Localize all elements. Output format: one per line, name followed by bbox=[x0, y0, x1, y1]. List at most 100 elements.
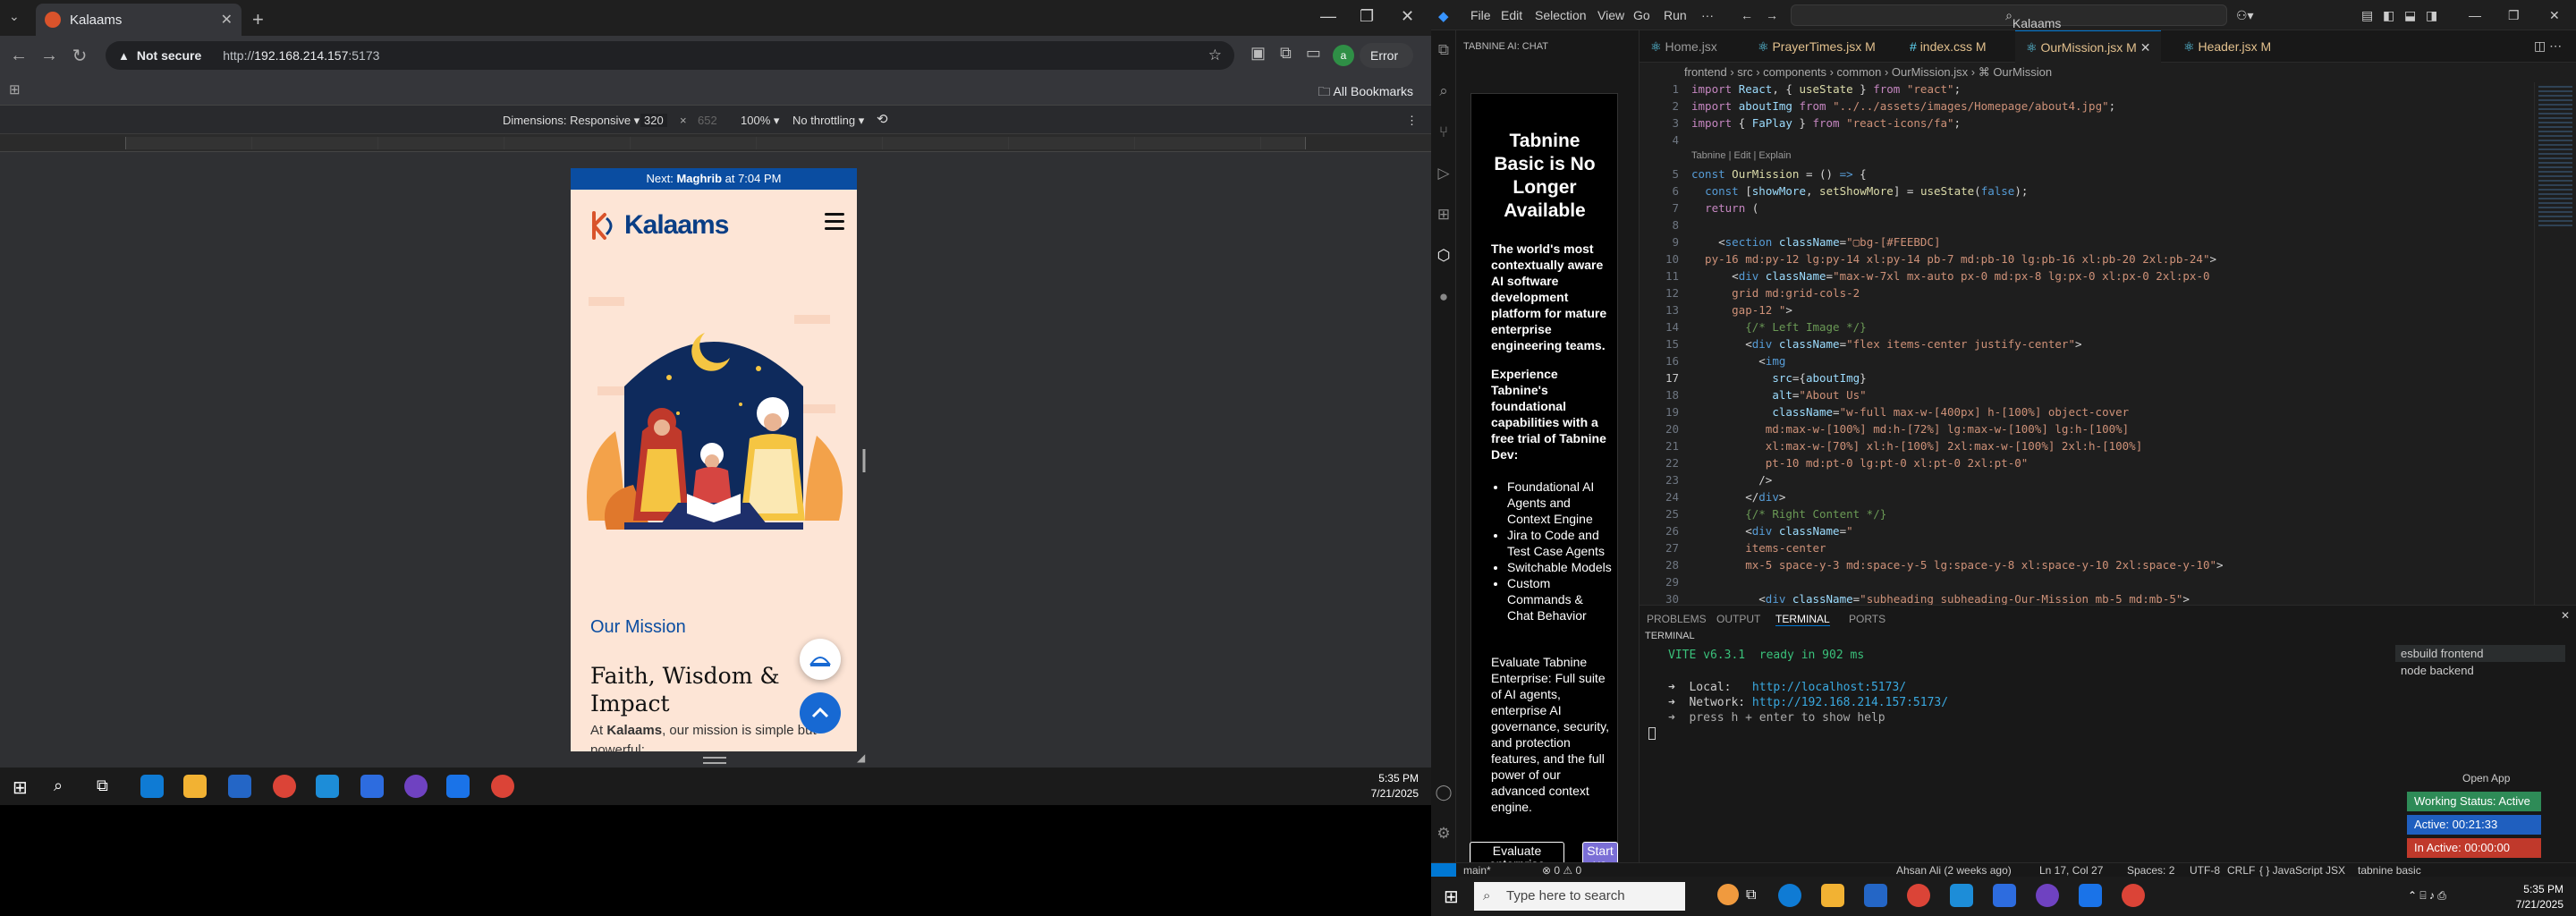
panel-tab-ports[interactable]: PORTS bbox=[1849, 613, 1885, 625]
forward-icon[interactable]: → bbox=[34, 46, 64, 66]
codelens[interactable]: Tabnine | Edit | Explain bbox=[1691, 150, 1792, 161]
widgets-icon[interactable] bbox=[1717, 884, 1739, 905]
github-icon[interactable] bbox=[2036, 884, 2059, 907]
device-more-icon[interactable]: ⋮ bbox=[1406, 114, 1418, 128]
menu-hamburger-icon[interactable] bbox=[825, 213, 844, 234]
warning-icon[interactable]: ▲ bbox=[118, 49, 130, 63]
puzzle-icon[interactable]: ⧉ bbox=[1280, 44, 1292, 63]
chrome-icon-2[interactable] bbox=[491, 775, 514, 798]
omnibox[interactable]: ▲ Not secure http://192.168.214.157:5173… bbox=[106, 41, 1234, 70]
all-bookmarks[interactable]: 🗀 All Bookmarks bbox=[1318, 82, 1413, 104]
task-view-icon[interactable]: ⧉ bbox=[1746, 887, 1756, 903]
browser-tab[interactable]: Kalaams ✕ bbox=[36, 4, 242, 36]
menu-edit[interactable]: Edit bbox=[1501, 8, 1522, 22]
eol[interactable]: CRLF bbox=[2227, 864, 2255, 877]
account-icon[interactable]: ◯ bbox=[1435, 784, 1453, 802]
panel-tab-problems[interactable]: PROBLEMS bbox=[1647, 613, 1707, 625]
throttle-select[interactable]: No throttling ▾ bbox=[792, 114, 864, 128]
height-input[interactable]: 652 bbox=[698, 114, 717, 127]
vs-close-icon[interactable]: ✕ bbox=[2549, 8, 2560, 23]
tabnine-status[interactable]: tabnine basic bbox=[2358, 864, 2421, 877]
vs-minimize-icon[interactable]: — bbox=[2469, 8, 2481, 22]
git-blame[interactable]: Ahsan Ali (2 weeks ago) bbox=[1896, 864, 2012, 877]
edge-icon[interactable] bbox=[140, 775, 164, 798]
nav-back-icon[interactable]: ← bbox=[1741, 8, 1753, 22]
store-icon[interactable] bbox=[228, 775, 251, 798]
run-debug-icon[interactable]: ▷ bbox=[1435, 165, 1453, 182]
tab-header[interactable]: ⚛ Header.jsx M bbox=[2173, 30, 2282, 63]
sidepanel-icon[interactable]: ▭ bbox=[1306, 44, 1321, 63]
problems-count[interactable]: ⊗ 0 ⚠ 0 bbox=[1542, 864, 1581, 877]
terminal-item[interactable]: esbuild frontend bbox=[2395, 645, 2565, 662]
settings-gear-icon[interactable]: ⚙ bbox=[1435, 825, 1453, 843]
back-icon[interactable]: ← bbox=[4, 46, 34, 66]
menu-go[interactable]: Go bbox=[1633, 8, 1650, 22]
open-app-label[interactable]: Open App bbox=[2462, 772, 2510, 785]
tab-prayertimes[interactable]: ⚛ PrayerTimes.jsx M bbox=[1747, 30, 1886, 63]
split-editor-icon[interactable]: ◫ ⋯ bbox=[2534, 38, 2562, 54]
toggle-panel-icon[interactable]: ⬓ bbox=[2404, 8, 2416, 23]
menu-view[interactable]: View bbox=[1597, 8, 1624, 22]
tabnine-icon[interactable]: ⬡ bbox=[1435, 247, 1453, 265]
system-tray-icons[interactable]: ⌃ ⌸ ♪ ⎙ bbox=[2408, 889, 2446, 903]
profile-avatar[interactable]: a bbox=[1333, 45, 1354, 66]
panel-tab-terminal[interactable]: TERMINAL bbox=[1775, 613, 1830, 626]
resize-handle-bottom[interactable] bbox=[703, 757, 726, 764]
menu-more[interactable]: ··· bbox=[1701, 8, 1714, 22]
copilot-icon[interactable]: ⚇▾ bbox=[2236, 8, 2254, 23]
bookmark-star-icon[interactable]: ☆ bbox=[1208, 47, 1222, 64]
layout-icon[interactable]: ▤ bbox=[2361, 8, 2373, 23]
terminal-output[interactable]: VITE v6.3.1 ready in 902 ms ➜ Local: htt… bbox=[1645, 643, 2387, 858]
git-branch[interactable]: main* bbox=[1463, 864, 1491, 877]
extensions-icon[interactable]: ⊞ bbox=[1435, 206, 1453, 224]
app-icon[interactable] bbox=[316, 775, 339, 798]
explorer-icon[interactable]: ⧉ bbox=[1435, 41, 1453, 59]
chrome-icon[interactable] bbox=[273, 775, 296, 798]
indent-spaces[interactable]: Spaces: 2 bbox=[2127, 864, 2174, 877]
terminal-item[interactable]: node backend bbox=[2395, 662, 2565, 679]
tab-home[interactable]: ⚛ Home.jsx bbox=[1640, 30, 1728, 63]
file-explorer-icon[interactable] bbox=[183, 775, 207, 798]
zoom-select[interactable]: 100% ▾ bbox=[741, 114, 779, 128]
edge-icon[interactable] bbox=[1778, 884, 1801, 907]
leaf-icon[interactable]: ● bbox=[1435, 288, 1453, 306]
vs-maximize-icon[interactable]: ❐ bbox=[2508, 8, 2520, 23]
taskbar-search-input[interactable]: ⌕ Type here to search bbox=[1474, 882, 1685, 911]
source-control-icon[interactable]: ⑂ bbox=[1435, 123, 1453, 141]
new-tab-icon[interactable]: + bbox=[252, 8, 264, 31]
tab-search-icon[interactable]: ⌄ bbox=[9, 9, 20, 24]
maximize-icon[interactable]: ❐ bbox=[1360, 7, 1374, 26]
encoding[interactable]: UTF-8 bbox=[2190, 864, 2220, 877]
breadcrumb[interactable]: frontend › src › components › common › O… bbox=[1640, 63, 2576, 82]
dimensions-select[interactable]: Dimensions: Responsive ▾ bbox=[503, 114, 640, 128]
zoom-icon[interactable] bbox=[360, 775, 384, 798]
menu-file[interactable]: File bbox=[1470, 8, 1491, 22]
zoom-icon[interactable] bbox=[1993, 884, 2016, 907]
rotate-icon[interactable]: ⟲ bbox=[877, 111, 888, 127]
site-logo[interactable]: Kalaams bbox=[589, 208, 729, 243]
minimap[interactable] bbox=[2534, 82, 2576, 605]
vscode-taskbar-icon[interactable] bbox=[446, 775, 470, 798]
media-query-ruler[interactable] bbox=[0, 134, 1431, 152]
resize-handle-right[interactable] bbox=[860, 447, 868, 474]
windows-start-icon[interactable]: ⊞ bbox=[13, 776, 28, 799]
store-icon[interactable] bbox=[1864, 884, 1887, 907]
language-mode[interactable]: { } JavaScript JSX bbox=[2259, 864, 2345, 877]
toggle-sidebar-icon[interactable]: ◧ bbox=[2383, 8, 2394, 23]
command-center-search[interactable]: ⌕ Kalaams bbox=[1791, 4, 2227, 30]
chrome-icon-2[interactable] bbox=[2122, 884, 2145, 907]
windows-start-icon[interactable]: ⊞ bbox=[1444, 886, 1459, 908]
menu-run[interactable]: Run bbox=[1664, 8, 1687, 22]
toggle-secondary-icon[interactable]: ◨ bbox=[2426, 8, 2437, 23]
file-explorer-icon[interactable] bbox=[1821, 884, 1844, 907]
not-secure-label[interactable]: Not secure bbox=[137, 48, 201, 63]
remote-icon[interactable] bbox=[1431, 863, 1456, 877]
github-icon[interactable] bbox=[404, 775, 428, 798]
error-button[interactable]: Error ⋮ bbox=[1360, 43, 1413, 89]
vscode-taskbar-icon[interactable] bbox=[2079, 884, 2102, 907]
nav-forward-icon[interactable]: → bbox=[1766, 8, 1778, 22]
reload-icon[interactable]: ↻ bbox=[64, 45, 95, 67]
app-icon[interactable] bbox=[1950, 884, 1973, 907]
task-view-icon[interactable]: ⧉ bbox=[97, 776, 108, 795]
extension-icon[interactable]: ▣ bbox=[1250, 44, 1266, 63]
